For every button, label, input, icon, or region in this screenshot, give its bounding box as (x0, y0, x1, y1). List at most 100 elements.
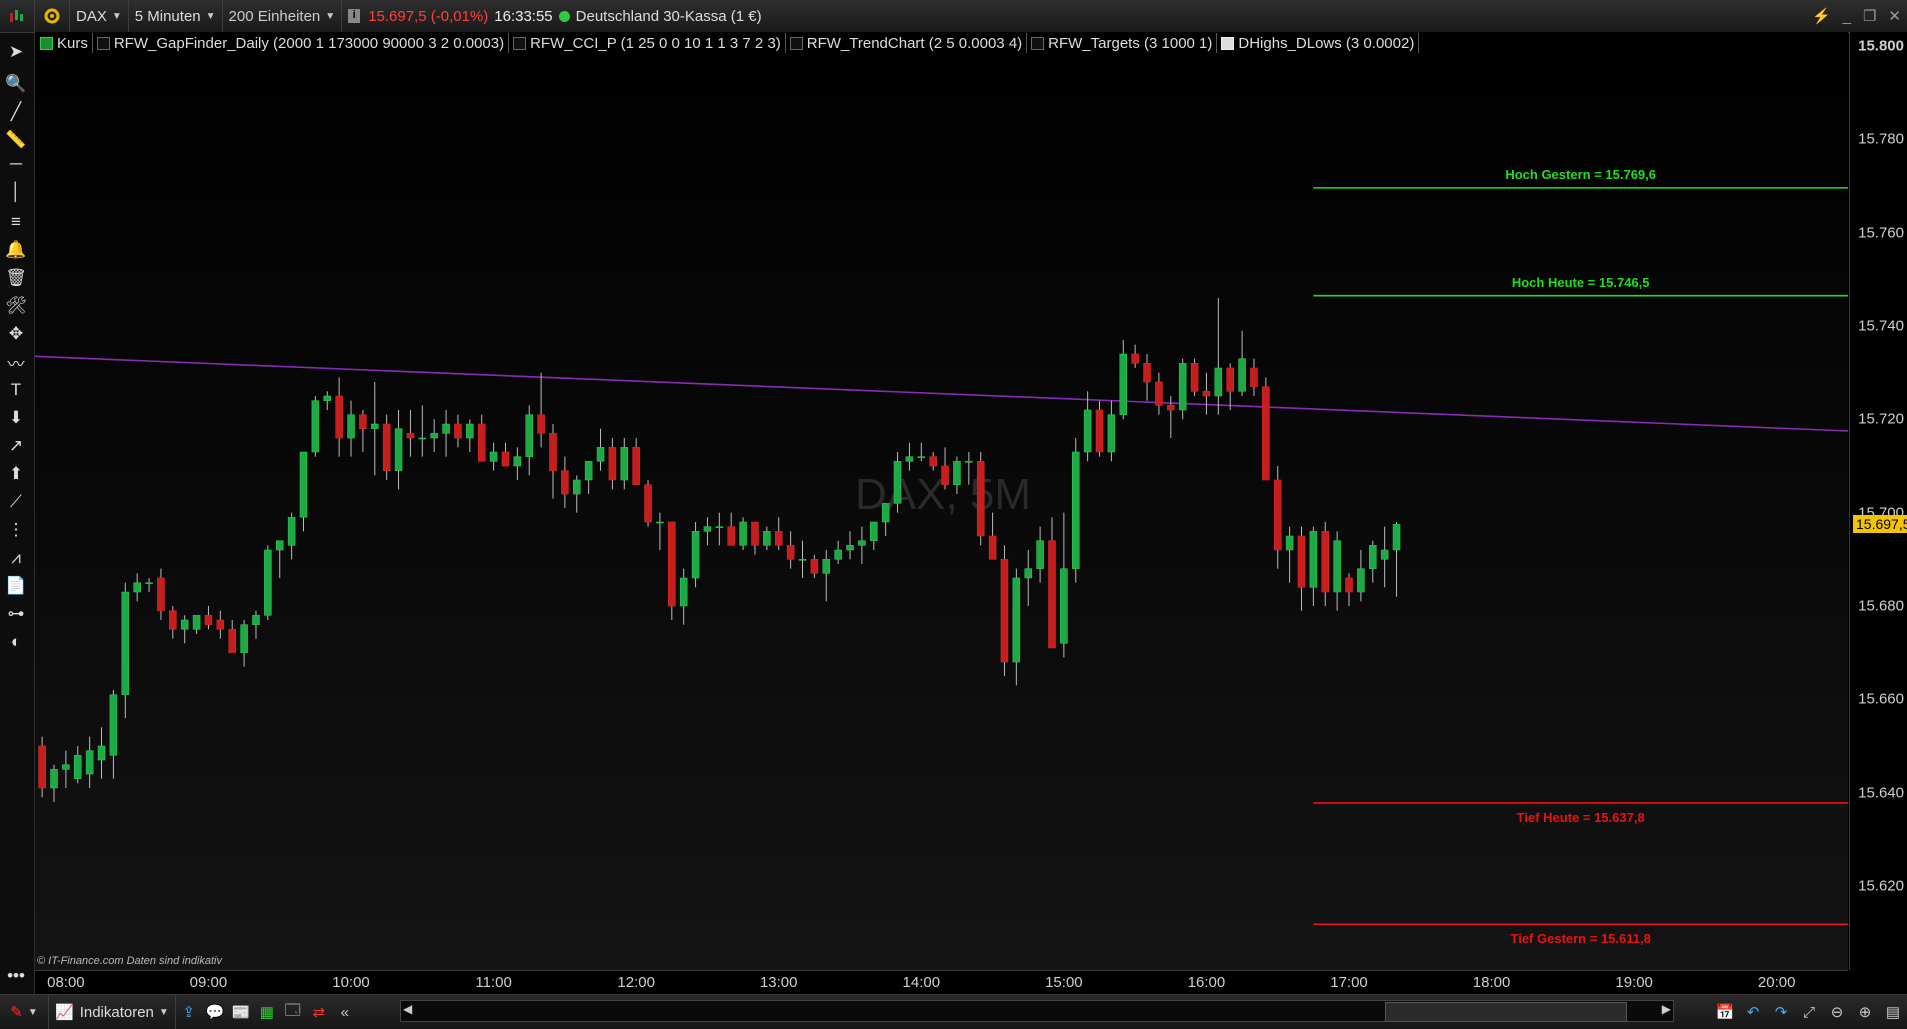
legend-checkbox[interactable] (1031, 36, 1045, 50)
trades-icon[interactable]: ▦ (254, 1003, 280, 1021)
data-credit: © IT-Finance.com Daten sind indikativ (37, 955, 223, 967)
time-scrollbar[interactable]: ◀ ▶ (400, 1000, 1674, 1022)
market-status-icon (558, 10, 570, 22)
chart-logo-icon[interactable] (0, 0, 35, 32)
arrow-up-icon[interactable]: ⬆ (3, 461, 29, 487)
redo-icon[interactable]: ↷ (1767, 1003, 1795, 1021)
legend-checkbox[interactable] (789, 36, 803, 50)
last-price-change: 15.697,5 (-0,01%) (368, 7, 489, 25)
level-label: Hoch Gestern = 15.769,6 (1505, 166, 1657, 182)
chart-plot-area[interactable]: DAX, 5M Hoch Gestern = 15.769,6 Hoch Heut… (35, 32, 1848, 970)
symbol-select[interactable]: DAX ▼ (70, 0, 129, 32)
vertical-line-icon[interactable]: │ (3, 179, 29, 205)
zoom-fit-icon[interactable]: ⤢ (1795, 1004, 1823, 1021)
more-icon[interactable]: ••• (3, 963, 29, 989)
candle-body (513, 456, 522, 467)
text-tool-icon[interactable]: T (3, 377, 29, 403)
x-tick-label: 13:00 (759, 974, 798, 991)
link-icon[interactable]: ⊶ (3, 601, 29, 627)
candle-body (371, 423, 379, 429)
undo-icon[interactable]: ↶ (1739, 1003, 1767, 1021)
candle-body (216, 619, 225, 630)
trendline-icon[interactable]: ╱ (3, 99, 29, 125)
price-axis[interactable]: 15.800 15.780 15.760 15.740 15.720 15.700 15.6… (1849, 32, 1907, 970)
legend-checkbox[interactable] (513, 36, 527, 50)
alert-signal-icon[interactable]: ⚡ (1806, 0, 1837, 32)
candle-body (608, 447, 617, 481)
candle-body (561, 470, 569, 495)
candle-body (1202, 391, 1211, 397)
y-tick-label: 15.800 (1858, 37, 1904, 55)
news-icon[interactable]: 📰 (228, 1003, 254, 1021)
scroll-right-icon[interactable]: ▶ (1662, 1002, 1671, 1016)
ray-icon[interactable]: ⟋ (3, 489, 29, 515)
move-icon[interactable]: ✥ (3, 321, 29, 347)
legend-item[interactable]: RFW_CCI_P (1 25 0 0 10 1 1 3 7 2 3) (509, 33, 786, 53)
indicators-button[interactable]: 📈 Indikatoren ▼ (49, 995, 176, 1029)
y-tick-label: 15.680 (1858, 597, 1904, 615)
candle-body (727, 526, 735, 546)
legend-item[interactable]: RFW_GapFinder_Daily (2000 1 173000 90000… (93, 33, 510, 53)
interval-select[interactable]: 5 Minuten ▼ (129, 0, 223, 32)
calendar-icon[interactable]: 📅 (1711, 1003, 1739, 1021)
info-icon[interactable]: i (348, 9, 361, 23)
candle-body (988, 535, 997, 560)
candle-body (620, 447, 629, 481)
candle-body (323, 395, 332, 401)
arrow-diagonal-icon[interactable]: ↗ (3, 433, 29, 459)
minimize-icon[interactable]: _ (1837, 0, 1857, 32)
trash-icon[interactable]: 🗑 (3, 265, 29, 291)
candle-body (786, 545, 795, 560)
indicator-legend: Kurs RFW_GapFinder_Daily (2000 1 173000 9… (36, 33, 1420, 53)
candle-body (810, 559, 819, 574)
legend-item[interactable]: RFW_TrendChart (2 5 0.0003 4) (786, 33, 1028, 53)
arrow-down-icon[interactable]: ⬇ (3, 405, 29, 431)
units-select[interactable]: 200 Einheiten ▼ (223, 0, 343, 32)
legend-checkbox[interactable] (1221, 36, 1235, 50)
close-icon[interactable]: ✕ (1882, 0, 1907, 32)
cursor-icon[interactable]: ➤ (3, 39, 29, 65)
window-icon[interactable]: 🗔 (280, 1000, 306, 1025)
indicator-line-icon[interactable]: 〰 (3, 349, 29, 375)
scroll-left-double-icon[interactable]: « (332, 1004, 358, 1021)
candle-body (1060, 568, 1068, 644)
legend-label: RFW_Targets (3 1000 1) (1048, 34, 1213, 52)
time-axis[interactable]: 08:00 09:00 10:00 11:00 12:00 13:00 14:00 15:00… (35, 970, 1848, 995)
color-wheel-icon[interactable]: ◐ (3, 629, 29, 655)
restore-icon[interactable]: ❐ (1857, 0, 1882, 32)
draw-pen-icon[interactable]: ✎ ▼ (0, 995, 49, 1029)
horizontal-line-icon[interactable]: ─ (3, 151, 29, 177)
trend-line (35, 355, 1848, 432)
scroll-left-icon[interactable]: ◀ (403, 1002, 412, 1016)
candle-body (97, 745, 106, 761)
tools-icon[interactable]: 🛠 (3, 293, 29, 319)
y-tick-label: 15.780 (1858, 130, 1904, 148)
legend-item[interactable]: RFW_Targets (3 1000 1) (1027, 33, 1218, 53)
zoom-in-icon[interactable]: ⊕ (1851, 1003, 1879, 1021)
fibonacci-icon[interactable]: ≡ (3, 209, 29, 235)
candle-body (1000, 559, 1009, 663)
pitchfork-icon[interactable]: ⋮ (3, 517, 29, 543)
legend-checkbox[interactable] (96, 36, 110, 50)
scrollbar-thumb[interactable] (1385, 1002, 1627, 1022)
copy-icon[interactable]: 📄 (3, 573, 29, 599)
pattern-icon[interactable]: ⩘ (3, 545, 29, 571)
settings-gear-icon[interactable] (35, 0, 70, 32)
legend-item[interactable]: Kurs (36, 33, 93, 53)
candle-body (1309, 531, 1318, 588)
layout-icon[interactable]: ▤ (1879, 1003, 1907, 1021)
chat-icon[interactable]: 💬 (202, 1003, 228, 1021)
zoom-icon[interactable]: 🔍 (3, 71, 29, 97)
candle-body (679, 577, 688, 607)
legend-checkbox[interactable] (40, 36, 53, 50)
alarm-bell-icon[interactable]: 🔔 (3, 237, 29, 263)
order-icon[interactable]: ⇄ (306, 1003, 332, 1021)
zoom-out-icon[interactable]: ⊖ (1823, 1003, 1851, 1021)
candle-body (382, 423, 391, 471)
interval-label: 5 Minuten (134, 7, 201, 25)
legend-item[interactable]: DHighs_DLows (3 0.0002) (1217, 33, 1420, 53)
x-tick-label: 16:00 (1187, 974, 1226, 991)
ruler-icon[interactable]: 📏 (3, 127, 29, 153)
share-icon[interactable]: ⇪ (176, 1003, 202, 1021)
candle-body (656, 521, 664, 524)
